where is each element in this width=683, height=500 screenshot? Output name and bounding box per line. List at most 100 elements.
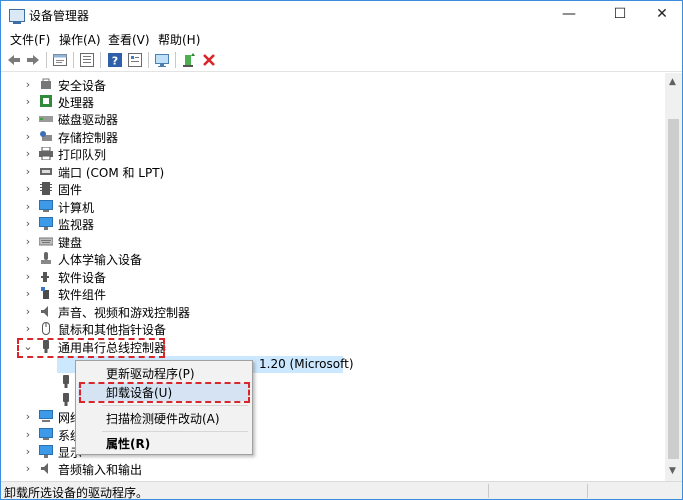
chevron-right-icon[interactable]: › [23, 198, 33, 215]
menu-separator [102, 405, 248, 406]
status-divider [488, 484, 489, 498]
chevron-right-icon[interactable]: › [23, 233, 33, 250]
chevron-right-icon[interactable]: › [23, 250, 33, 267]
tree-node-label: 存储控制器 [58, 131, 119, 145]
device-manager-window: 设备管理器 — ☐ ✕ 文件(F) 操作(A) 查看(V) 帮助(H) ? › … [0, 0, 683, 500]
menu-file[interactable]: 文件(F) [10, 31, 50, 48]
audio-io-icon [39, 462, 53, 475]
tree-node-storage-controllers[interactable]: › 存储控制器 [1, 128, 665, 145]
title-bar: 设备管理器 — ☐ ✕ [1, 1, 682, 29]
chevron-right-icon[interactable]: › [23, 145, 33, 162]
tree-node-label: 人体学输入设备 [58, 253, 143, 267]
selected-device-label: 1.20 (Microsoft) [259, 357, 354, 371]
maximize-button[interactable]: ☐ [598, 1, 642, 29]
tree-node-keyboards[interactable]: › 键盘 [1, 233, 665, 250]
list-icon[interactable] [79, 52, 95, 68]
mouse-icon [39, 322, 53, 335]
tree-node-label: 处理器 [58, 96, 95, 110]
tree-node-monitors[interactable]: › 监视器 [1, 215, 665, 232]
tree-node-sound-video-game[interactable]: › 声音、视频和游戏控制器 [1, 303, 665, 320]
minimize-button[interactable]: — [547, 1, 591, 29]
chevron-right-icon[interactable]: › [23, 426, 33, 443]
chevron-right-icon[interactable]: › [23, 285, 33, 302]
port-icon [39, 165, 53, 178]
menu-item-scan-hardware[interactable]: 扫描检测硬件改动(A) [106, 410, 220, 427]
chevron-right-icon[interactable]: › [23, 76, 33, 93]
chevron-right-icon[interactable]: › [23, 443, 33, 460]
uninstall-x-icon[interactable] [201, 52, 217, 68]
scroll-up-arrow-icon[interactable]: ▲ [669, 77, 676, 87]
monitor-icon [39, 217, 53, 230]
toolbar-divider [175, 52, 176, 68]
svg-text:?: ? [112, 55, 118, 68]
software-component-icon [39, 287, 53, 300]
scroll-down-arrow-icon[interactable]: ▼ [669, 466, 676, 476]
forward-icon[interactable] [25, 52, 41, 68]
device-manager-app-icon [9, 9, 25, 24]
toolbar-divider [100, 52, 101, 68]
tree-node-software-devices[interactable]: › 软件设备 [1, 268, 665, 285]
tree-node-hid[interactable]: › 人体学输入设备 [1, 250, 665, 267]
tree-node-label: 软件组件 [58, 288, 107, 302]
tree-node-label: 鼠标和其他指针设备 [58, 323, 167, 337]
window-title: 设备管理器 [29, 9, 90, 23]
chevron-right-icon[interactable]: › [23, 180, 33, 197]
properties-sheet-icon[interactable] [127, 52, 143, 68]
tree-node-label: 声音、视频和游戏控制器 [58, 306, 191, 320]
security-device-icon [39, 78, 53, 91]
menu-view[interactable]: 查看(V) [108, 31, 150, 48]
tree-node-label: 安全设备 [58, 79, 107, 93]
tree-node-processors[interactable]: › 处理器 [1, 93, 665, 110]
tree-node-audio-io[interactable]: › 音频输入和输出 [1, 460, 665, 477]
properties-icon[interactable] [52, 52, 68, 68]
tree-node-label: 固件 [58, 183, 83, 197]
update-driver-icon[interactable] [181, 52, 197, 68]
chevron-right-icon[interactable]: › [23, 128, 33, 145]
tree-node-label: 监视器 [58, 218, 95, 232]
chevron-right-icon[interactable]: › [23, 268, 33, 285]
chevron-right-icon[interactable]: › [23, 215, 33, 232]
highlight-annotation-uninstall [79, 382, 250, 403]
display-icon [39, 445, 53, 458]
tree-node-ports[interactable]: › 端口 (COM 和 LPT) [1, 163, 665, 180]
tree-node-software-components[interactable]: › 软件组件 [1, 285, 665, 302]
close-button[interactable]: ✕ [640, 1, 682, 29]
status-divider [587, 484, 588, 498]
chevron-right-icon[interactable]: › [23, 303, 33, 320]
tree-node-label: 打印队列 [58, 148, 107, 162]
tree-node-firmware[interactable]: › 固件 [1, 180, 665, 197]
menu-item-update-driver[interactable]: 更新驱动程序(P) [106, 365, 195, 382]
disk-drive-icon [39, 112, 53, 125]
vertical-scrollbar[interactable]: ▲ ▼ [665, 73, 682, 481]
tree-node-print-queues[interactable]: › 打印队列 [1, 145, 665, 162]
tree-node-computer[interactable]: › 计算机 [1, 198, 665, 215]
tree-node-mice[interactable]: › 鼠标和其他指针设备 [1, 320, 665, 337]
scrollbar-thumb[interactable] [668, 119, 679, 459]
chevron-right-icon[interactable]: › [23, 320, 33, 337]
chevron-right-icon[interactable]: › [23, 163, 33, 180]
menu-help[interactable]: 帮助(H) [158, 31, 200, 48]
chevron-right-icon[interactable]: › [23, 408, 33, 425]
toolbar-divider [73, 52, 74, 68]
monitor-icon[interactable] [154, 52, 170, 68]
tree-node-disk-drives[interactable]: › 磁盘驱动器 [1, 110, 665, 127]
menu-action[interactable]: 操作(A) [59, 31, 101, 48]
menu-item-properties[interactable]: 属性(R) [106, 435, 150, 452]
menu-bar: 文件(F) 操作(A) 查看(V) 帮助(H) [1, 29, 682, 49]
storage-controller-icon [39, 130, 53, 143]
help-icon[interactable]: ? [107, 52, 123, 68]
firmware-icon [39, 182, 53, 195]
chevron-right-icon[interactable]: › [23, 93, 33, 110]
audio-icon [39, 305, 53, 318]
toolbar-divider [148, 52, 149, 68]
chevron-right-icon[interactable]: › [23, 110, 33, 127]
toolbar-divider [46, 52, 47, 68]
context-menu: 更新驱动程序(P) 卸载设备(U) 扫描检测硬件改动(A) 属性(R) [75, 360, 253, 455]
printer-icon [39, 146, 53, 161]
chevron-right-icon[interactable]: › [23, 460, 33, 477]
back-icon[interactable] [6, 52, 22, 68]
tree-node-label: 软件设备 [58, 271, 107, 285]
processor-icon [39, 95, 53, 108]
tree-node-label: 音频输入和输出 [58, 463, 143, 477]
tree-node-security-devices[interactable]: › 安全设备 [1, 76, 665, 93]
